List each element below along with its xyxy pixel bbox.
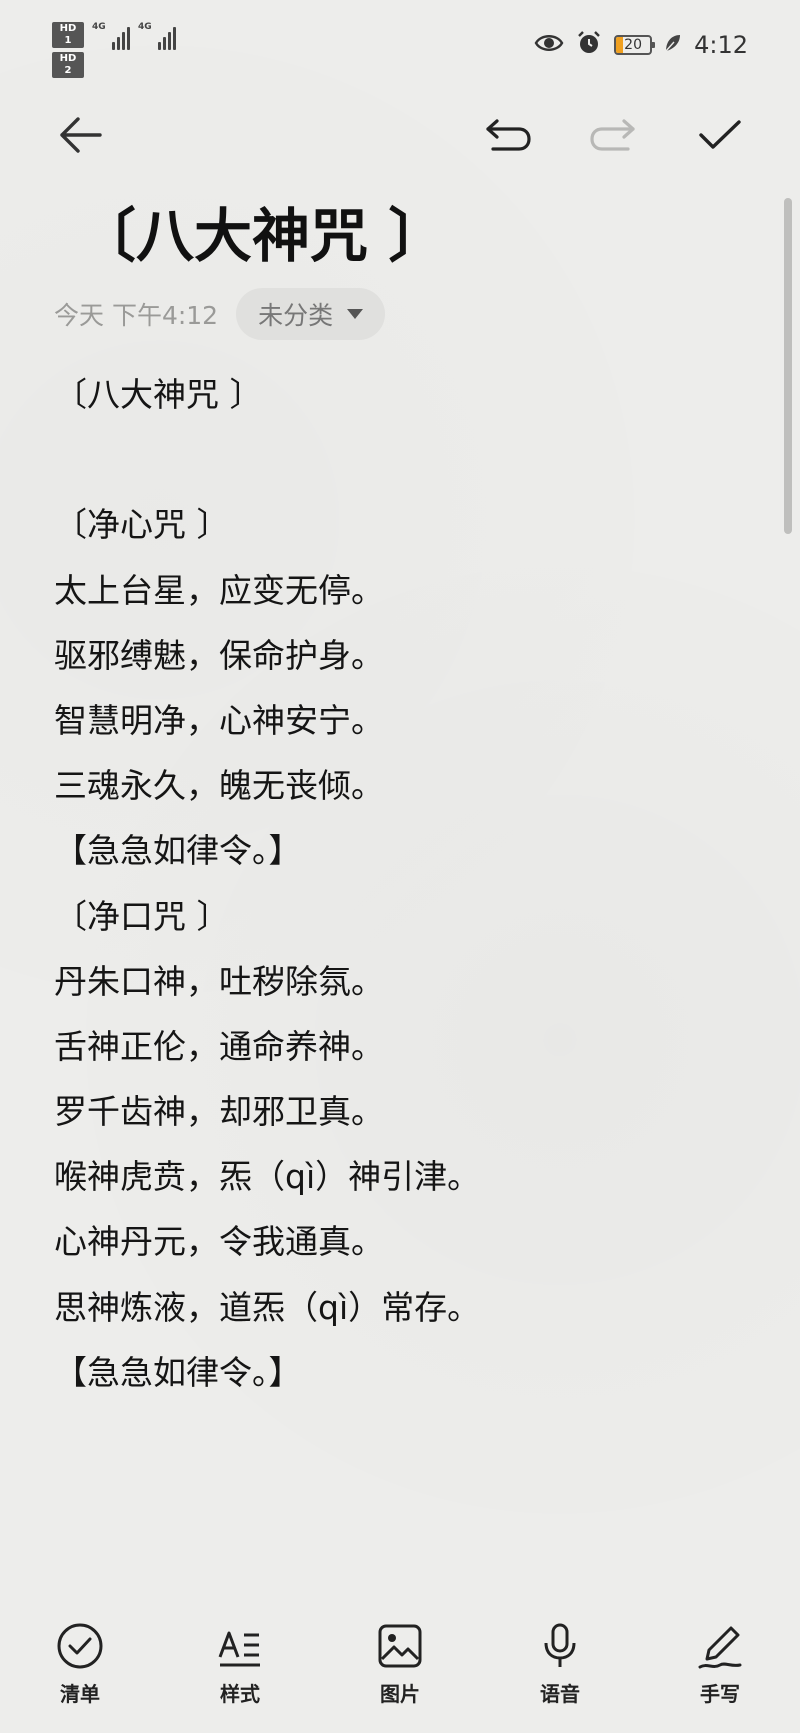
note-line: 智慧明净，心神安宁。	[54, 700, 384, 740]
pen-icon	[694, 1620, 746, 1672]
undo-icon	[486, 119, 531, 151]
redo-button[interactable]	[583, 105, 643, 165]
checklist-label: 清单	[60, 1682, 100, 1706]
note-line: 三魂永久，魄无丧倾。	[54, 766, 384, 806]
network-type-1: 4G	[92, 22, 106, 32]
note-line	[54, 427, 754, 492]
redo-icon	[590, 119, 635, 151]
leaf-icon	[664, 33, 682, 57]
note-line: 〔净口咒 〕	[54, 896, 230, 936]
note-date: 今天 下午4:12	[54, 301, 219, 330]
signal-strength-icon-2: 4G	[138, 22, 176, 50]
status-bar-left: HD 1 HD 2 4G 4G	[52, 22, 176, 78]
caret-down-icon	[347, 309, 364, 319]
microphone-icon	[534, 1620, 586, 1672]
note-line: 〔净心咒 〕	[54, 505, 230, 545]
bottom-toolbar: 清单 样式 图片 语音 手写	[0, 1620, 800, 1733]
note-line: 喉神虎贲，炁（qì）神引津。	[54, 1157, 481, 1197]
battery-level: 20	[624, 37, 642, 53]
note-line: 【急急如律令。】	[54, 1352, 302, 1392]
sim-badges: HD 1 HD 2	[52, 22, 84, 78]
battery-icon: 20	[614, 35, 656, 55]
checklist-icon	[54, 1620, 106, 1672]
note-body[interactable]: 〔八大神咒 〕 〔净心咒 〕 太上台星，应变无停。 驱邪缚魅，保命护身。 智慧明…	[54, 362, 754, 1405]
category-label: 未分类	[258, 301, 334, 330]
note-line: 罗千齿神，却邪卫真。	[54, 1092, 384, 1132]
checkmark-icon	[699, 120, 741, 149]
note-line: 思神炼液，道炁（qì）常存。	[54, 1287, 481, 1327]
voice-button[interactable]: 语音	[510, 1620, 610, 1707]
image-label: 图片	[380, 1682, 420, 1706]
text-style-icon	[214, 1620, 266, 1672]
voice-label: 语音	[540, 1682, 580, 1706]
status-bar-right: 20 4:12	[534, 30, 748, 60]
handwriting-label: 手写	[700, 1682, 740, 1706]
back-button[interactable]	[50, 105, 110, 165]
sim1-hd-badge: HD 1	[52, 22, 84, 48]
note-line: 舌神正伦，通命养神。	[54, 1026, 384, 1066]
note-line: 丹朱口神，吐秽除氛。	[54, 961, 384, 1001]
network-type-2: 4G	[138, 22, 152, 32]
status-time: 4:12	[694, 31, 748, 59]
undo-button[interactable]	[478, 105, 538, 165]
image-button[interactable]: 图片	[350, 1620, 450, 1707]
done-button[interactable]	[690, 105, 750, 165]
note-line: 太上台星，应变无停。	[54, 570, 384, 610]
image-icon	[374, 1620, 426, 1672]
note-line: 〔八大神咒 〕	[54, 375, 263, 414]
note-meta: 今天 下午4:12 未分类	[54, 288, 386, 340]
signal-strength-icon: 4G	[92, 22, 130, 50]
handwriting-button[interactable]: 手写	[670, 1620, 770, 1707]
sim2-hd-badge: HD 2	[52, 52, 84, 78]
alarm-icon	[576, 30, 602, 60]
checklist-button[interactable]: 清单	[30, 1620, 130, 1707]
category-dropdown[interactable]: 未分类	[236, 288, 386, 340]
editor-toolbar	[0, 105, 800, 165]
status-bar: HD 1 HD 2 4G 4G 20 4:12	[0, 0, 800, 90]
note-line: 驱邪缚魅，保命护身。	[54, 635, 384, 675]
note-title[interactable]: 〔八大神咒 〕	[78, 196, 446, 276]
arrow-left-icon	[60, 117, 102, 153]
note-line: 心神丹元，令我通真。	[54, 1222, 384, 1262]
text-style-label: 样式	[220, 1682, 260, 1706]
scrollbar[interactable]	[784, 198, 792, 534]
text-style-button[interactable]: 样式	[190, 1620, 290, 1707]
eye-icon	[534, 32, 564, 58]
note-line: 【急急如律令。】	[54, 831, 302, 871]
